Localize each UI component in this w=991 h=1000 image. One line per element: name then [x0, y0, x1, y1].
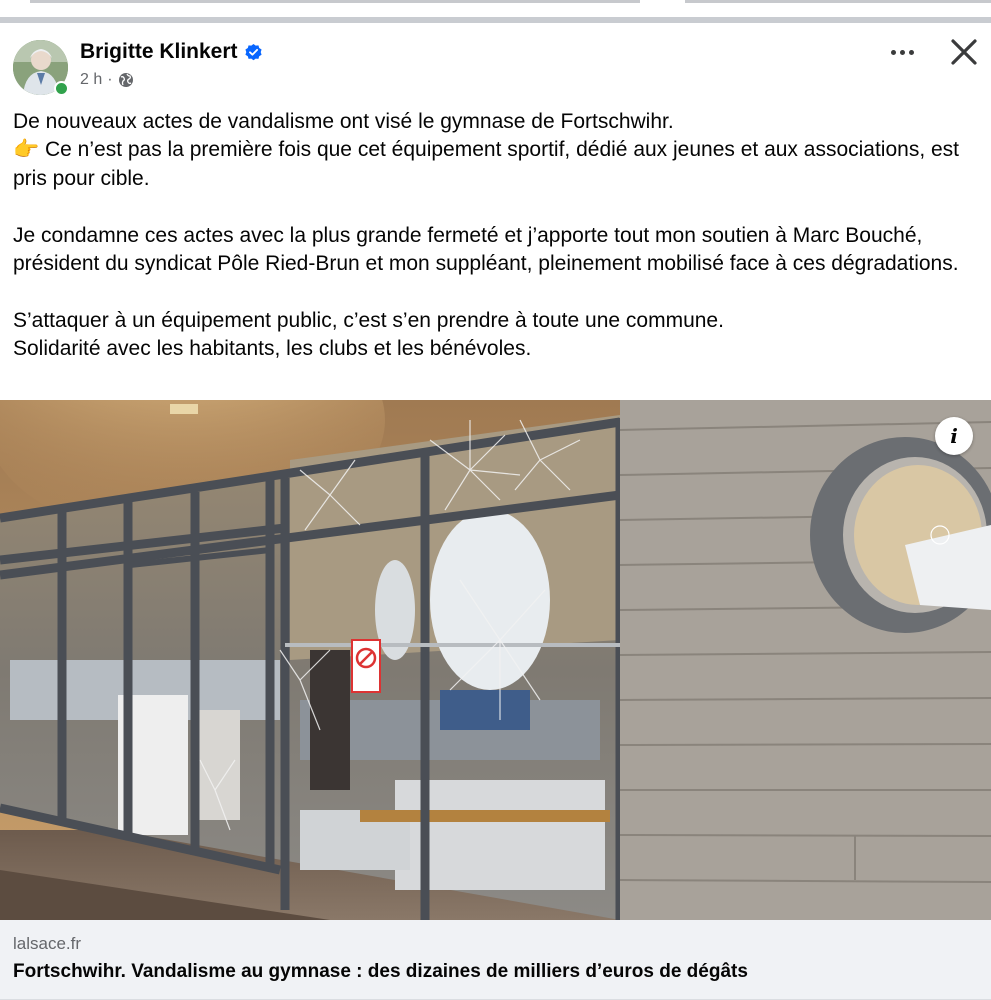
post-text-line: Solidarité avec les habitants, les clubs… — [13, 337, 532, 361]
post-text-paragraph: Je condamne ces actes avec la plus grand… — [13, 223, 959, 276]
dot — [899, 49, 905, 55]
post-meta: 2 h · — [80, 71, 134, 89]
dot — [908, 49, 914, 55]
post-text-span: Ce n’est pas la première fois que cet éq… — [13, 138, 965, 190]
previous-post-image-edge — [30, 0, 640, 3]
pointing-hand-emoji: 👉 — [13, 138, 40, 162]
post-text-line: S’attaquer à un équipement public, c’est… — [13, 308, 724, 332]
post-text-line: De nouveaux actes de vandalisme ont visé… — [13, 110, 674, 133]
meta-separator: · — [107, 71, 113, 88]
post-photo[interactable] — [0, 400, 991, 920]
more-options-button[interactable] — [884, 38, 920, 66]
dot — [890, 49, 896, 55]
close-icon[interactable] — [948, 36, 980, 68]
link-title[interactable]: Fortschwihr. Vandalisme au gymnase : des… — [13, 961, 748, 983]
previous-post-image-edge — [685, 0, 991, 3]
post-body: De nouveaux actes de vandalisme ont visé… — [13, 108, 978, 364]
globe-icon[interactable] — [118, 72, 134, 88]
post-timestamp[interactable]: 2 h — [80, 71, 102, 89]
author-name-row: Brigitte Klinkert — [80, 40, 263, 64]
link-preview-card[interactable]: lalsace.fr Fortschwihr. Vandalisme au gy… — [0, 920, 991, 1000]
link-domain: lalsace.fr — [13, 934, 82, 953]
post-header: Brigitte Klinkert 2 h · — [0, 23, 991, 103]
author-name[interactable]: Brigitte Klinkert — [80, 40, 238, 64]
post-text-line: 👉 Ce n’est pas la première fois que cet … — [13, 136, 978, 193]
online-status-dot — [54, 81, 69, 96]
photo-info-button[interactable]: i — [935, 417, 973, 455]
verified-badge-icon — [244, 43, 262, 60]
